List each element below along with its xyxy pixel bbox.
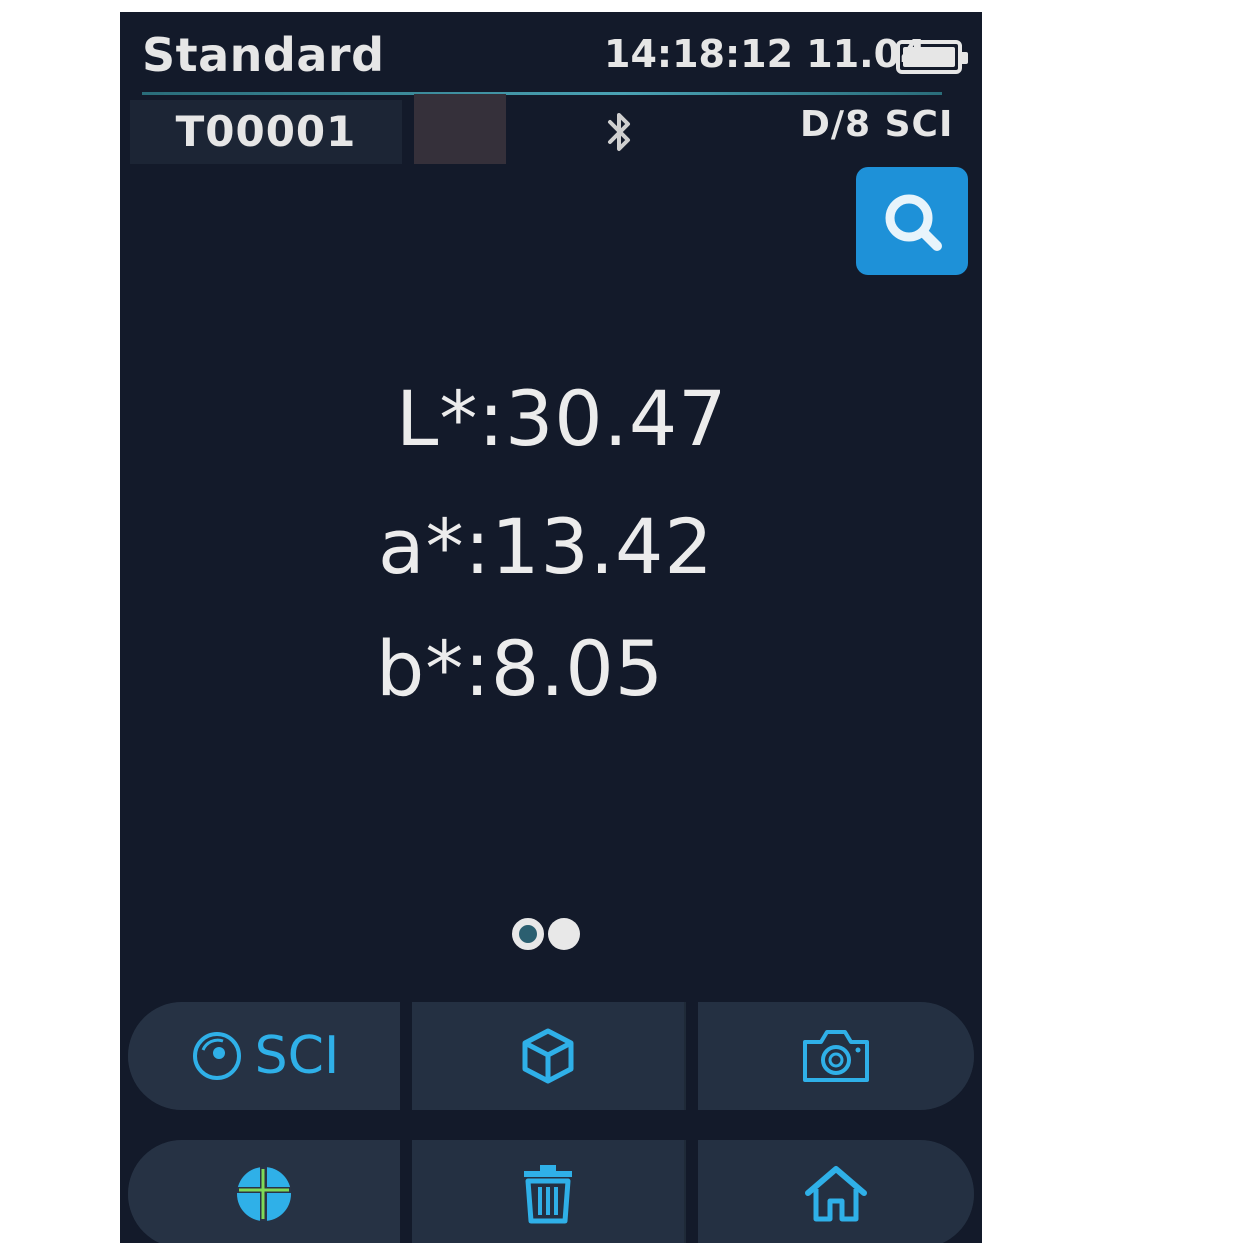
measurement-geometry: D/8 SCI — [800, 104, 954, 145]
toolbar-row-2 — [128, 1140, 974, 1243]
reading-a: a*:13.42 — [378, 502, 714, 591]
trash-icon — [524, 1165, 572, 1224]
home-icon — [805, 1166, 867, 1222]
camera-button[interactable] — [698, 1002, 974, 1110]
header-divider — [142, 92, 942, 95]
device-screen: Standard 14:18:12 11.04 T00001 D/8 SCI L… — [120, 12, 982, 1243]
clock-readout: 14:18:12 11.04 — [604, 32, 927, 76]
mode-title: Standard — [142, 28, 385, 82]
search-icon — [885, 194, 942, 251]
reading-L: L*:30.47 — [396, 374, 728, 463]
sci-mode-label: SCI — [254, 1026, 340, 1086]
grid-globe-icon — [237, 1167, 291, 1221]
target-icon — [192, 1032, 241, 1080]
color-space-button[interactable] — [128, 1140, 400, 1243]
delete-button[interactable] — [412, 1140, 684, 1243]
battery-icon — [896, 40, 968, 74]
page-indicator[interactable] — [512, 918, 592, 952]
search-button[interactable] — [856, 167, 968, 275]
cube-icon — [522, 1028, 574, 1084]
color-swatch — [414, 94, 506, 164]
camera-icon — [803, 1030, 869, 1082]
reading-b: b*:8.05 — [376, 624, 665, 713]
page-dot-active[interactable] — [512, 918, 544, 950]
page-dot[interactable] — [548, 918, 580, 950]
toolbar-row-1: SCI — [128, 1002, 974, 1110]
status-bar: Standard 14:18:12 11.04 — [120, 12, 982, 94]
bluetooth-icon — [608, 113, 630, 151]
sci-mode-button[interactable]: SCI — [128, 1002, 400, 1110]
home-button[interactable] — [698, 1140, 974, 1243]
cube-button[interactable] — [412, 1002, 684, 1110]
sample-id[interactable]: T00001 — [130, 100, 402, 164]
